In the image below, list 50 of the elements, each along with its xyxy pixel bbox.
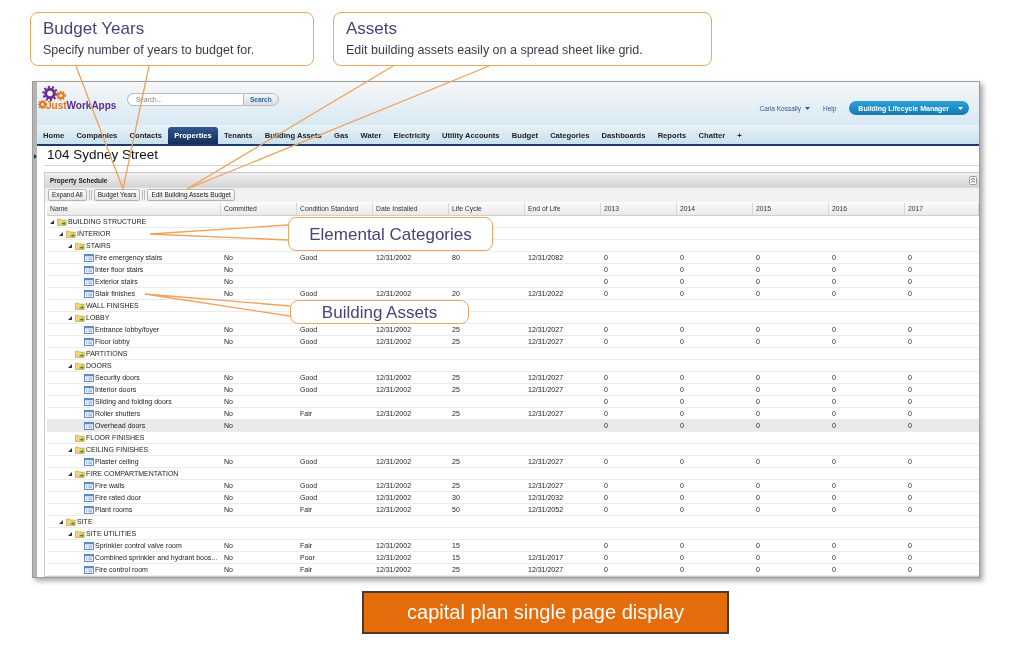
list-icon xyxy=(84,481,94,490)
caret-icon[interactable] xyxy=(50,219,54,224)
list-icon xyxy=(84,385,94,394)
folder-icon xyxy=(66,517,76,526)
list-icon xyxy=(84,325,94,334)
callout-text: Edit building assets easily on a spread sheet like grid. xyxy=(346,42,644,58)
callout-title: Assets xyxy=(346,18,399,39)
folder-icon xyxy=(75,529,85,538)
callout-text: Specify number of years to budget for. xyxy=(43,42,256,58)
list-icon xyxy=(84,565,94,574)
folder-icon xyxy=(75,361,85,370)
list-icon xyxy=(84,397,94,406)
folder-icon xyxy=(75,241,85,250)
list-icon xyxy=(84,265,94,274)
caret-icon xyxy=(958,106,963,110)
folder-icon xyxy=(75,301,85,310)
list-icon xyxy=(84,373,94,382)
list-icon xyxy=(84,505,94,514)
folder-icon xyxy=(75,469,85,478)
folder-icon xyxy=(75,433,85,442)
list-icon xyxy=(84,553,94,562)
caret-icon xyxy=(33,154,37,159)
caption-banner: capital plan single page display xyxy=(362,591,729,634)
folder-icon xyxy=(66,229,76,238)
list-icon xyxy=(84,457,94,466)
caret-icon xyxy=(805,106,810,110)
caret-icon[interactable] xyxy=(68,471,72,476)
caret-icon[interactable] xyxy=(68,363,72,368)
collapse-icon[interactable] xyxy=(969,175,977,185)
list-icon xyxy=(84,337,94,346)
caret-icon[interactable] xyxy=(68,315,72,320)
caret-icon[interactable] xyxy=(59,519,63,524)
folder-icon xyxy=(75,349,85,358)
folder-icon xyxy=(75,445,85,454)
list-icon xyxy=(84,421,94,430)
caret-icon[interactable] xyxy=(59,231,63,236)
list-icon xyxy=(84,253,94,262)
sidebar-handle[interactable] xyxy=(33,82,37,577)
list-icon xyxy=(84,277,94,286)
callout-title: Budget Years xyxy=(43,18,146,39)
list-icon xyxy=(84,493,94,502)
page-title: 104 Sydney Street xyxy=(44,146,979,166)
caret-icon[interactable] xyxy=(68,243,72,248)
folder-icon xyxy=(75,313,85,322)
list-icon xyxy=(84,409,94,418)
list-icon xyxy=(84,289,94,298)
list-icon xyxy=(84,541,94,550)
caret-icon[interactable] xyxy=(68,531,72,536)
folder-icon xyxy=(57,217,67,226)
caret-icon[interactable] xyxy=(68,447,72,452)
